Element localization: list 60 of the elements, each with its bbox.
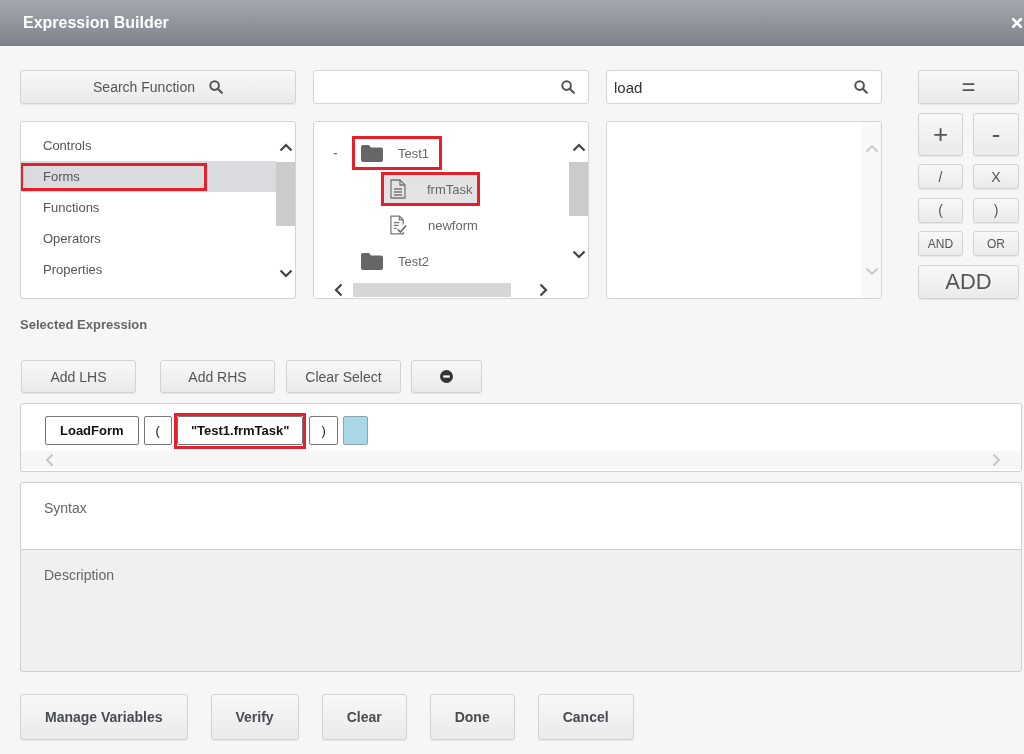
category-item[interactable]: Controls	[21, 130, 276, 161]
form-check-icon	[390, 215, 407, 235]
operator-button[interactable]: X	[973, 164, 1019, 190]
scroll-up-icon[interactable]	[571, 143, 586, 152]
category-item[interactable]: Functions	[21, 192, 276, 223]
footer-button[interactable]: Verify	[210, 694, 299, 740]
expression-token[interactable]: (	[143, 416, 172, 445]
syntax-title: Syntax	[44, 500, 87, 516]
operator-button[interactable]: +	[918, 112, 963, 156]
operator-button[interactable]: -	[973, 112, 1019, 156]
expression-button[interactable]: Add LHS	[21, 360, 136, 393]
empty-token-slot[interactable]	[342, 416, 368, 445]
tree-item[interactable]: Test1	[355, 139, 440, 167]
operator-button[interactable]: AND	[918, 231, 963, 257]
scroll-up-icon[interactable]	[278, 143, 293, 152]
category-item[interactable]: Forms	[21, 161, 276, 192]
operator-button[interactable]: OR	[973, 231, 1019, 257]
tree-item[interactable]: frmTask	[384, 175, 477, 203]
window-title: Expression Builder	[23, 14, 169, 32]
category-item[interactable]: Operators	[21, 223, 276, 254]
search-function-button[interactable]: Search Function	[20, 70, 296, 104]
collapse-toggle[interactable]: -	[333, 145, 338, 161]
operator-button[interactable]: /	[918, 164, 963, 190]
expression-button[interactable]: Clear Select	[286, 360, 401, 393]
minus-circle-icon	[440, 370, 453, 383]
category-item[interactable]: Properties	[21, 254, 276, 285]
expression-button[interactable]: Add RHS	[160, 360, 275, 393]
operator-button[interactable]: (	[918, 197, 963, 223]
scroll-thumb[interactable]	[353, 282, 511, 297]
tree-search-field[interactable]	[313, 70, 589, 104]
scroll-down-icon[interactable]	[571, 250, 586, 259]
search-icon	[561, 80, 575, 94]
scroll-down-icon	[864, 267, 879, 276]
operator-button[interactable]: ADD	[918, 264, 1019, 299]
function-search-field[interactable]: load	[606, 70, 882, 104]
footer-button[interactable]: Clear	[321, 694, 407, 740]
scroll-down-icon[interactable]	[278, 269, 293, 278]
scroll-up-icon	[864, 144, 879, 153]
folder-icon	[361, 144, 383, 162]
remove-button[interactable]	[411, 360, 482, 393]
footer-button[interactable]: Manage Variables	[20, 694, 188, 740]
expression-token[interactable]: )	[309, 416, 338, 445]
search-icon	[854, 80, 868, 94]
scroll-right-icon[interactable]	[539, 282, 548, 297]
tree-item[interactable]: newform	[384, 211, 482, 239]
search-icon	[208, 80, 223, 94]
operator-button[interactable]: =	[918, 70, 1019, 104]
expression-token[interactable]: LoadForm	[45, 416, 139, 445]
scroll-left-icon[interactable]	[334, 282, 343, 297]
description-title: Description	[44, 567, 115, 583]
scroll-thumb[interactable]	[569, 162, 588, 216]
footer-button[interactable]: Done	[429, 694, 515, 740]
tree-item[interactable]: Test2	[355, 247, 440, 275]
section-title: Selected Expression	[20, 317, 148, 333]
footer-button[interactable]: Cancel	[537, 694, 634, 740]
operator-button[interactable]: )	[973, 197, 1019, 223]
document-icon	[390, 179, 406, 199]
close-icon[interactable]	[1012, 18, 1022, 28]
scroll-thumb[interactable]	[276, 162, 295, 226]
folder-icon	[361, 252, 383, 270]
